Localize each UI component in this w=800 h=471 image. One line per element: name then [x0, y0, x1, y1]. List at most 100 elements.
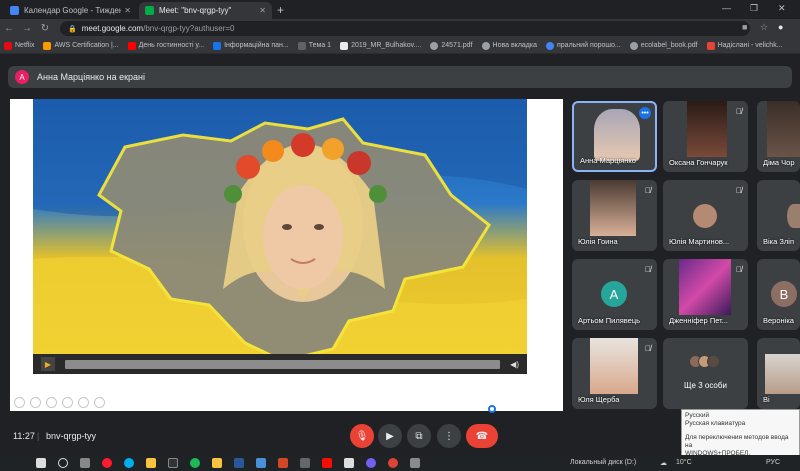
bookmark-bulhakov[interactable]: 2019_MR_Bulhakov.... [340, 41, 421, 50]
participant-name: Юля Щерба [578, 395, 620, 404]
google-icon [546, 41, 554, 50]
presentation-stage[interactable]: ▶ ◀) [10, 99, 563, 413]
local-disk-label[interactable]: Локальный диск (D:) [570, 459, 636, 466]
participant-tile[interactable]: ••• Анна Марціянко [572, 101, 657, 172]
bookmark-pdf[interactable]: 24571.pdf [430, 41, 473, 50]
chrome-icon[interactable] [388, 458, 398, 468]
more-options-button[interactable]: ⋮ [437, 424, 461, 448]
more-participants-tile[interactable]: Ще 3 особи [663, 338, 748, 409]
bookmark-tema[interactable]: Тема 1 [297, 41, 331, 50]
close-tab-icon[interactable]: ✕ [124, 6, 131, 15]
participant-tile[interactable]: В Вероніка [757, 259, 800, 330]
ukraine-map-image [33, 99, 527, 374]
next-icon[interactable] [30, 397, 41, 408]
camera-toggle-button[interactable]: ▶ [378, 424, 402, 448]
spotify-icon[interactable] [190, 458, 200, 468]
previous-icon[interactable] [14, 397, 25, 408]
bookmark-label: Інформаційна пан... [224, 42, 289, 49]
store-icon[interactable] [410, 458, 420, 468]
participant-tile[interactable]: 🎙̸ Юля Щерба [572, 338, 657, 409]
participant-tile[interactable]: Ві [757, 338, 800, 409]
folder-icon[interactable] [146, 458, 156, 468]
word-icon[interactable] [234, 458, 244, 468]
video-player-controls: ▶ ◀) [33, 354, 527, 374]
info-icon [213, 41, 222, 50]
more-options-icon[interactable]: ••• [639, 107, 651, 119]
address-bar[interactable]: 🔒 meet.google.com /bnv-qrgp-tyy?authuser… [60, 21, 750, 36]
bookmark-youtube[interactable]: День гостинності у... [127, 41, 204, 50]
task-view-icon[interactable] [80, 458, 90, 468]
forward-icon[interactable]: → [18, 23, 36, 34]
avatar: В [771, 281, 797, 307]
close-window-icon[interactable]: ✕ [778, 3, 786, 14]
acrobat-icon[interactable] [322, 458, 332, 468]
bookmark-newtab[interactable]: Нова вкладка [481, 41, 537, 50]
back-icon[interactable]: ← [0, 23, 18, 34]
bookmark-label: Надіслані - velichk... [717, 42, 783, 49]
mic-toggle-button[interactable]: 🎙 [350, 424, 374, 448]
maximize-icon[interactable]: ❐ [750, 3, 758, 14]
present-screen-button[interactable]: ⧉ [407, 424, 431, 448]
terminal-icon[interactable] [168, 458, 178, 468]
shared-video[interactable] [33, 99, 527, 374]
profile-avatar[interactable]: ● [778, 22, 783, 32]
opera-icon[interactable] [102, 458, 112, 468]
windows-start-icon[interactable] [36, 458, 46, 468]
participant-video [594, 109, 640, 161]
files-icon[interactable] [212, 458, 222, 468]
camera-app-icon[interactable] [300, 458, 310, 468]
mic-off-icon: 🎙̸ [736, 186, 742, 195]
bookmark-gmail[interactable]: Надіслані - velichk... [706, 41, 783, 50]
bookmark-aws[interactable]: AWS Certification |... [43, 41, 119, 50]
pen-icon[interactable] [46, 397, 57, 408]
leave-call-button[interactable]: ☎ [466, 424, 498, 448]
zoom-icon[interactable] [78, 397, 89, 408]
participant-tile[interactable]: А 🎙̸ Артьом Пилявець [572, 259, 657, 330]
bookmark-google[interactable]: пральний порошо... [546, 41, 621, 50]
tab-google-meet[interactable]: Meet: "bnv-qrgp-tyy" ✕ [139, 2, 272, 19]
close-tab-icon[interactable]: ✕ [259, 6, 266, 15]
bookmark-label: Нова вкладка [492, 42, 537, 49]
aws-icon [43, 41, 52, 50]
more-icon[interactable] [94, 397, 105, 408]
participant-tile[interactable]: 🎙̸ Дженніфер Пет... [663, 259, 748, 330]
powerpoint-icon[interactable] [278, 458, 288, 468]
tab-google-calendar[interactable]: Календар Google - Тиждень (14 ✕ [4, 2, 137, 19]
camera-in-use-icon[interactable]: ■ [742, 22, 747, 32]
bookmark-netflix[interactable]: Netflix [4, 41, 35, 50]
participant-tile[interactable]: 🎙̸ Юлія Гоина [572, 180, 657, 251]
copy-icon[interactable] [62, 397, 73, 408]
participant-tile[interactable]: Діма Чор [757, 101, 800, 172]
participant-tile[interactable]: Віка Зліп [757, 180, 800, 251]
participant-name: Дженніфер Пет... [669, 316, 728, 325]
mic-off-icon: 🎙̸ [645, 265, 651, 274]
call-controls-bar: 11:27 | bnv-qrgp-tyy 🎙 ▶ ⧉ ⋮ ☎ [0, 415, 800, 455]
temperature[interactable]: 10°C [676, 459, 692, 466]
video-progress-bar[interactable] [65, 359, 501, 369]
participant-tile[interactable]: 🎙̸ Оксана Гончарук [663, 101, 748, 172]
globe-icon [481, 41, 490, 50]
bookmark-ecolabel[interactable]: ecolabel_book.pdf [629, 41, 698, 50]
app-icon[interactable] [344, 458, 354, 468]
reload-icon[interactable]: ↻ [36, 23, 54, 34]
chat-icon[interactable] [256, 458, 266, 468]
minimize-icon[interactable]: — [722, 3, 731, 13]
tab-title: Meet: "bnv-qrgp-tyy" [159, 6, 232, 15]
volume-icon[interactable]: ◀) [510, 360, 519, 369]
skype-icon[interactable] [124, 458, 134, 468]
bookmark-info[interactable]: Інформаційна пан... [213, 41, 289, 50]
search-icon[interactable] [58, 458, 68, 468]
new-tab-icon[interactable]: + [277, 3, 284, 17]
keyboard-language[interactable]: РУС [766, 459, 780, 466]
document-icon [340, 41, 349, 50]
lock-icon[interactable]: 🔒 [68, 25, 77, 33]
bookmark-label: пральний порошо... [557, 42, 621, 49]
participant-video [787, 204, 800, 228]
participant-tile[interactable]: 🎙̸ Юлія Мартинов... [663, 180, 748, 251]
viber-icon[interactable] [366, 458, 376, 468]
bookmark-star-icon[interactable]: ☆ [760, 22, 768, 33]
presenter-banner: А Анна Марціянко на екрані [8, 66, 792, 88]
weather-icon[interactable]: ☁ [660, 459, 667, 467]
bookmark-label: Netflix [15, 42, 35, 49]
play-icon[interactable]: ▶ [41, 357, 55, 371]
